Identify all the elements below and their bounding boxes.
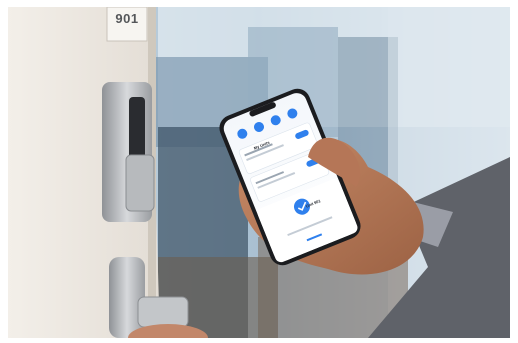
scene-illustration xyxy=(8,7,510,338)
photo: 901 My Units Unit 901 xyxy=(8,7,510,338)
room-number: 901 xyxy=(115,11,139,26)
